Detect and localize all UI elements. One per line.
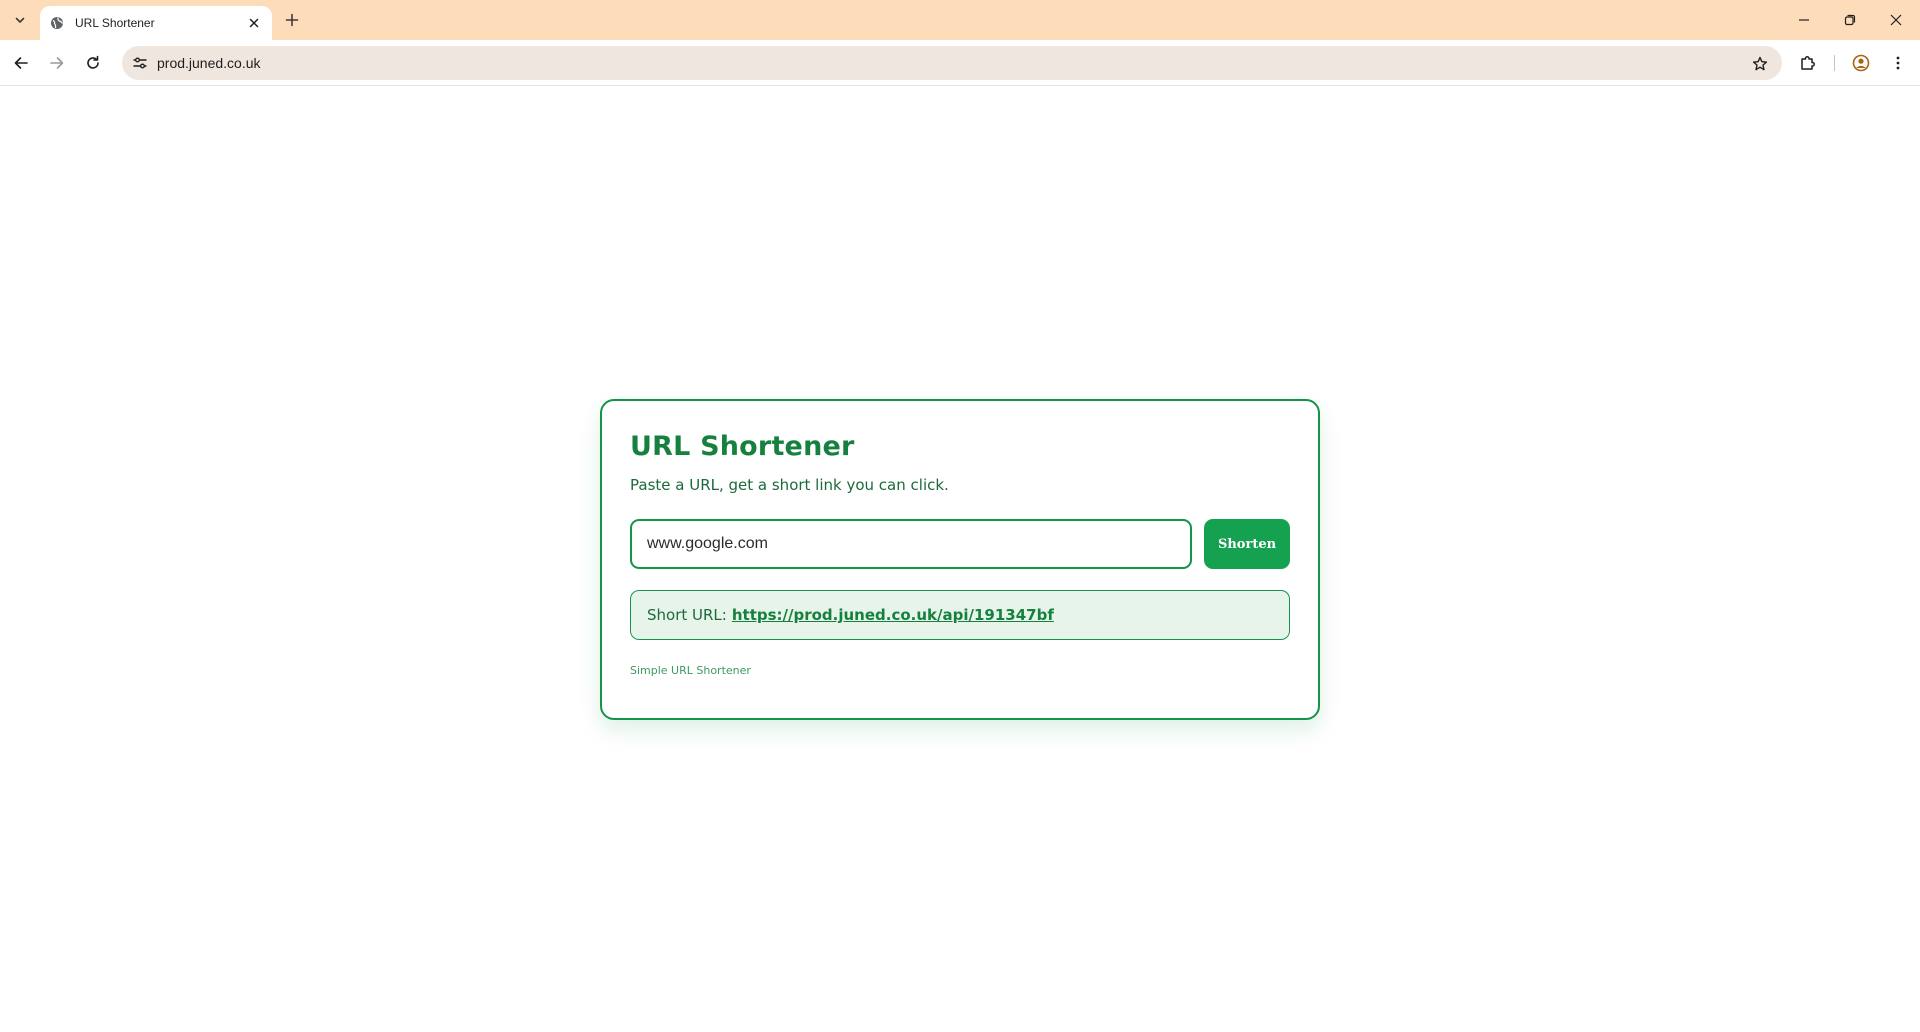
page-subtitle: Paste a URL, get a short link you can cl… xyxy=(630,476,949,494)
result-box: Short URL: https://prod.juned.co.uk/api/… xyxy=(630,590,1290,640)
more-vert-icon xyxy=(1896,56,1900,70)
toolbar-divider xyxy=(1834,55,1835,71)
bookmark-button[interactable] xyxy=(1748,52,1772,76)
forward-button[interactable] xyxy=(41,47,73,79)
plus-icon xyxy=(285,13,299,27)
reload-icon xyxy=(87,55,99,69)
url-input[interactable] xyxy=(630,519,1192,569)
minimize-icon xyxy=(1799,19,1809,21)
globe-icon xyxy=(49,15,65,31)
close-icon xyxy=(249,18,259,28)
reload-button[interactable] xyxy=(77,47,109,79)
tune-icon xyxy=(133,57,147,69)
tab-close-button[interactable] xyxy=(244,13,264,33)
close-window-button[interactable] xyxy=(1873,0,1919,40)
new-tab-button[interactable] xyxy=(280,8,304,32)
menu-button[interactable] xyxy=(1882,47,1914,79)
chevron-down-icon xyxy=(15,17,25,23)
address-bar[interactable]: prod.juned.co.uk xyxy=(122,46,1782,80)
arrow-right-icon xyxy=(50,57,64,69)
restore-button[interactable] xyxy=(1827,0,1873,40)
browser-toolbar: prod.juned.co.uk xyxy=(0,40,1920,86)
profile-button[interactable] xyxy=(1845,47,1877,79)
profile-icon xyxy=(1852,54,1870,72)
site-info-button[interactable] xyxy=(128,51,152,75)
arrow-left-icon xyxy=(14,57,28,69)
shorten-button[interactable]: Shorten xyxy=(1204,519,1290,569)
close-icon xyxy=(1890,14,1902,26)
minimize-button[interactable] xyxy=(1781,0,1827,40)
shortener-card: URL Shortener Paste a URL, get a short l… xyxy=(600,399,1320,720)
tab-title: URL Shortener xyxy=(75,16,155,30)
tab-search-button[interactable] xyxy=(8,8,32,32)
star-icon xyxy=(1752,56,1768,71)
address-bar-url: prod.juned.co.uk xyxy=(157,55,261,71)
extensions-button[interactable] xyxy=(1792,47,1824,79)
browser-tab[interactable]: URL Shortener xyxy=(40,6,272,40)
tab-strip: URL Shortener xyxy=(0,0,1920,40)
page-title: URL Shortener xyxy=(630,431,855,462)
short-url-label: Short URL: xyxy=(647,606,727,624)
footer-note: Simple URL Shortener xyxy=(630,664,751,677)
short-url-link[interactable]: https://prod.juned.co.uk/api/191347bf xyxy=(732,606,1054,624)
restore-icon xyxy=(1844,14,1856,26)
puzzle-icon xyxy=(1801,56,1815,70)
back-button[interactable] xyxy=(5,47,37,79)
